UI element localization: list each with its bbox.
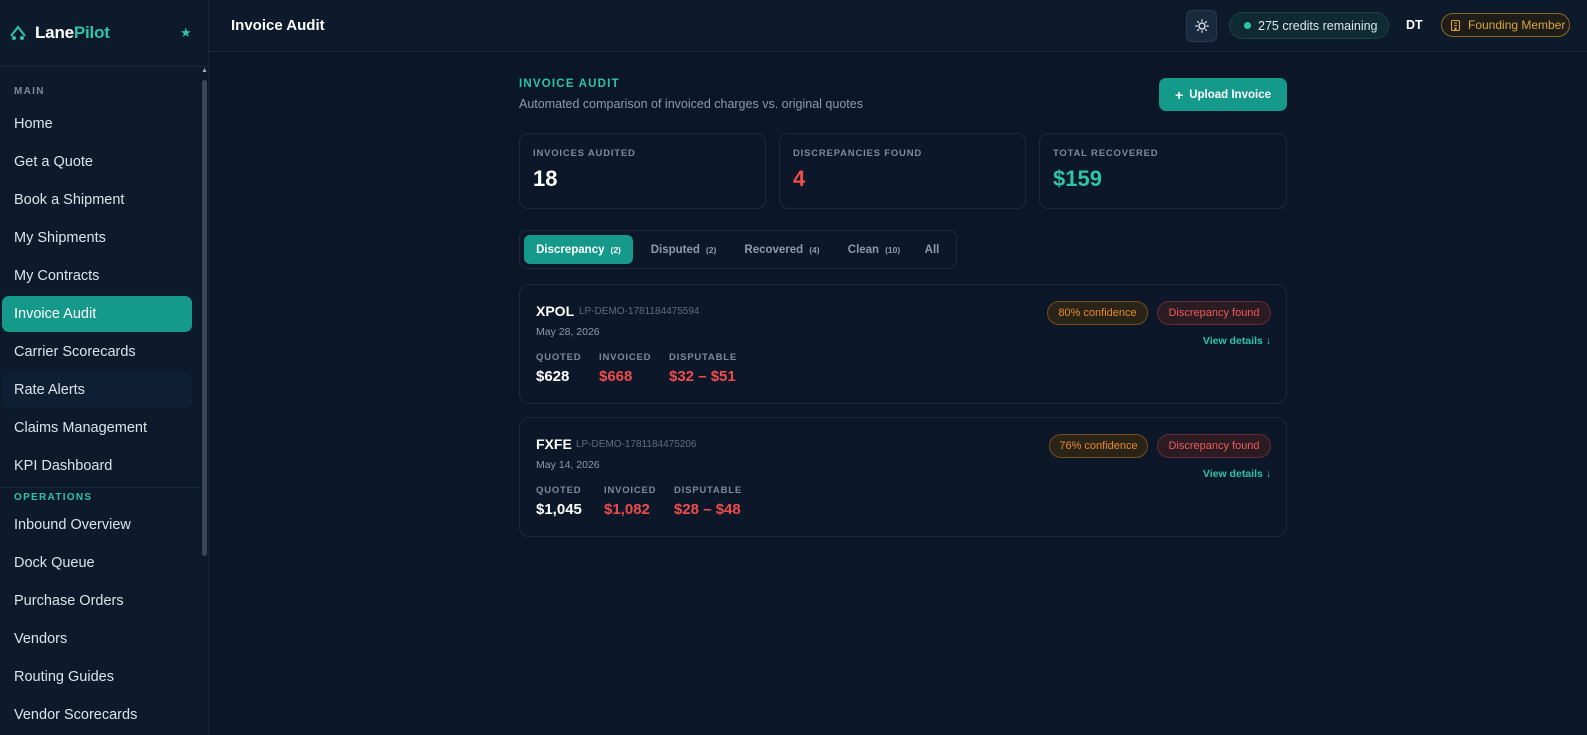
sidebar-item-dock-queue[interactable]: Dock Queue: [2, 545, 192, 581]
invoice-card[interactable]: FXFE LP-DEMO-1781184475206 May 14, 2026 …: [519, 417, 1287, 537]
invoiced-value: $668: [599, 368, 633, 385]
sidebar-item-rate-alerts[interactable]: Rate Alerts: [2, 372, 192, 408]
brand-name: LanePilot: [35, 23, 110, 42]
sidebar-item-inbound-overview[interactable]: Inbound Overview: [2, 507, 192, 543]
sidebar-item-invoice-audit[interactable]: Invoice Audit: [2, 296, 192, 332]
nav-section-operations: OPERATIONS: [14, 492, 93, 503]
disputable-label: DISPUTABLE: [669, 352, 737, 363]
scroll-up-arrow-icon[interactable]: ▲: [201, 67, 208, 75]
sidebar-item-carrier-scorecards[interactable]: Carrier Scorecards: [2, 334, 192, 370]
tab-clean[interactable]: Clean (10): [836, 235, 912, 264]
tab-all[interactable]: All: [915, 235, 949, 264]
view-details-link[interactable]: View details ↓: [1203, 335, 1271, 347]
stat-value: 4: [793, 166, 806, 191]
tab-label: Recovered: [744, 243, 804, 256]
sidebar-item-book-a-shipment[interactable]: Book a Shipment: [2, 182, 192, 218]
theme-toggle-button[interactable]: [1186, 10, 1217, 42]
stat-label: TOTAL RECOVERED: [1053, 148, 1159, 159]
quoted-value: $1,045: [536, 501, 582, 518]
tab-count: (2): [610, 244, 621, 255]
stat-label: DISCREPANCIES FOUND: [793, 148, 923, 159]
invoiced-label: INVOICED: [604, 485, 657, 496]
sidebar-item-my-contracts[interactable]: My Contracts: [2, 258, 192, 294]
sidebar-item-get-a-quote[interactable]: Get a Quote: [2, 144, 192, 180]
sidebar-item-routing-guides[interactable]: Routing Guides: [2, 659, 192, 695]
quoted-value: $628: [536, 368, 570, 385]
tab-disputed[interactable]: Disputed (2): [638, 235, 729, 264]
quoted-label: QUOTED: [536, 485, 582, 496]
sidebar-item-kpi-dashboard[interactable]: KPI Dashboard: [2, 448, 192, 484]
tab-label: Disputed: [650, 243, 700, 256]
filter-tabs: Discrepancy (2) Disputed (2) Recovered (4) …: [519, 230, 957, 269]
carrier-code: FXFE: [536, 436, 572, 452]
avatar[interactable]: DT: [1406, 18, 1423, 32]
invoice-date: May 28, 2026: [536, 326, 600, 338]
disputable-label: DISPUTABLE: [674, 485, 742, 496]
sun-icon: [1194, 19, 1209, 33]
status-badge: Discrepancy found: [1157, 434, 1271, 458]
tab-count: (10): [885, 244, 901, 255]
invoiced-label: INVOICED: [599, 352, 652, 363]
stat-card-total-recovered: TOTAL RECOVERED $159: [1039, 133, 1287, 209]
invoiced-value: $1,082: [604, 501, 650, 518]
sidebar-item-my-shipments[interactable]: My Shipments: [2, 220, 192, 256]
sidebar-item-vendors[interactable]: Vendors: [2, 621, 192, 657]
tab-count: (2): [705, 244, 717, 255]
upload-invoice-label: Upload Invoice: [1189, 88, 1271, 101]
disputable-value: $28 – $48: [674, 501, 741, 518]
confidence-badge: 76% confidence: [1049, 434, 1148, 458]
disputable-value: $32 – $51: [669, 368, 736, 385]
invoice-reference: LP-DEMO-1781184475594: [579, 306, 700, 317]
sidebar-divider: [0, 487, 200, 488]
invoice-card[interactable]: XPOL LP-DEMO-1781184475594 May 28, 2026 …: [519, 284, 1287, 404]
top-bar: Invoice Audit 275 credits remaining DT F…: [209, 0, 1587, 52]
status-badge: Discrepancy found: [1157, 301, 1271, 325]
credits-status-dot: [1244, 22, 1251, 29]
view-details-link[interactable]: View details ↓: [1203, 468, 1271, 480]
tab-label: Clean: [847, 243, 880, 256]
stat-card-invoices-audited: INVOICES AUDITED 18: [519, 133, 766, 209]
stat-card-discrepancies-found: DISCREPANCIES FOUND 4: [779, 133, 1026, 209]
page-title: Invoice Audit: [231, 17, 325, 34]
building-icon: [1450, 19, 1461, 31]
invoice-reference: LP-DEMO-1781184475206: [576, 439, 697, 450]
invoice-date: May 14, 2026: [536, 459, 600, 471]
upload-invoice-button[interactable]: + Upload Invoice: [1159, 78, 1287, 111]
founding-member-badge[interactable]: Founding Member: [1441, 13, 1570, 37]
tab-count: (4): [809, 244, 820, 255]
brand[interactable]: LanePilot ★: [0, 0, 208, 67]
quoted-label: QUOTED: [536, 352, 582, 363]
sidebar: LanePilot ★ ▲ MAIN Home Get a Quote Book…: [0, 0, 209, 735]
star-icon[interactable]: ★: [180, 25, 192, 41]
stat-value: 18: [533, 166, 558, 191]
section-subtitle: Automated comparison of invoiced charges…: [519, 97, 863, 111]
tab-label: All: [924, 243, 940, 256]
section-label: INVOICE AUDIT: [519, 78, 620, 90]
founding-member-label: Founding Member: [1468, 18, 1566, 32]
sidebar-item-home[interactable]: Home: [2, 106, 192, 142]
truck-logo-icon: [10, 25, 26, 40]
credits-text: 275 credits remaining: [1258, 18, 1378, 33]
tab-discrepancy[interactable]: Discrepancy (2): [524, 235, 633, 264]
sidebar-item-purchase-orders[interactable]: Purchase Orders: [2, 583, 192, 619]
confidence-badge: 80% confidence: [1047, 301, 1148, 325]
sidebar-scrollbar[interactable]: [202, 80, 207, 556]
sidebar-item-vendor-scorecards[interactable]: Vendor Scorecards: [2, 697, 192, 733]
sidebar-item-claims-management[interactable]: Claims Management: [2, 410, 192, 446]
plus-icon: +: [1175, 86, 1184, 103]
tab-label: Discrepancy: [536, 243, 605, 256]
carrier-code: XPOL: [536, 303, 575, 319]
credits-badge[interactable]: 275 credits remaining: [1229, 12, 1389, 39]
stat-value: $159: [1053, 166, 1102, 191]
stat-label: INVOICES AUDITED: [533, 148, 636, 159]
nav-section-main: MAIN: [14, 86, 45, 97]
tab-recovered[interactable]: Recovered (4): [733, 235, 831, 264]
